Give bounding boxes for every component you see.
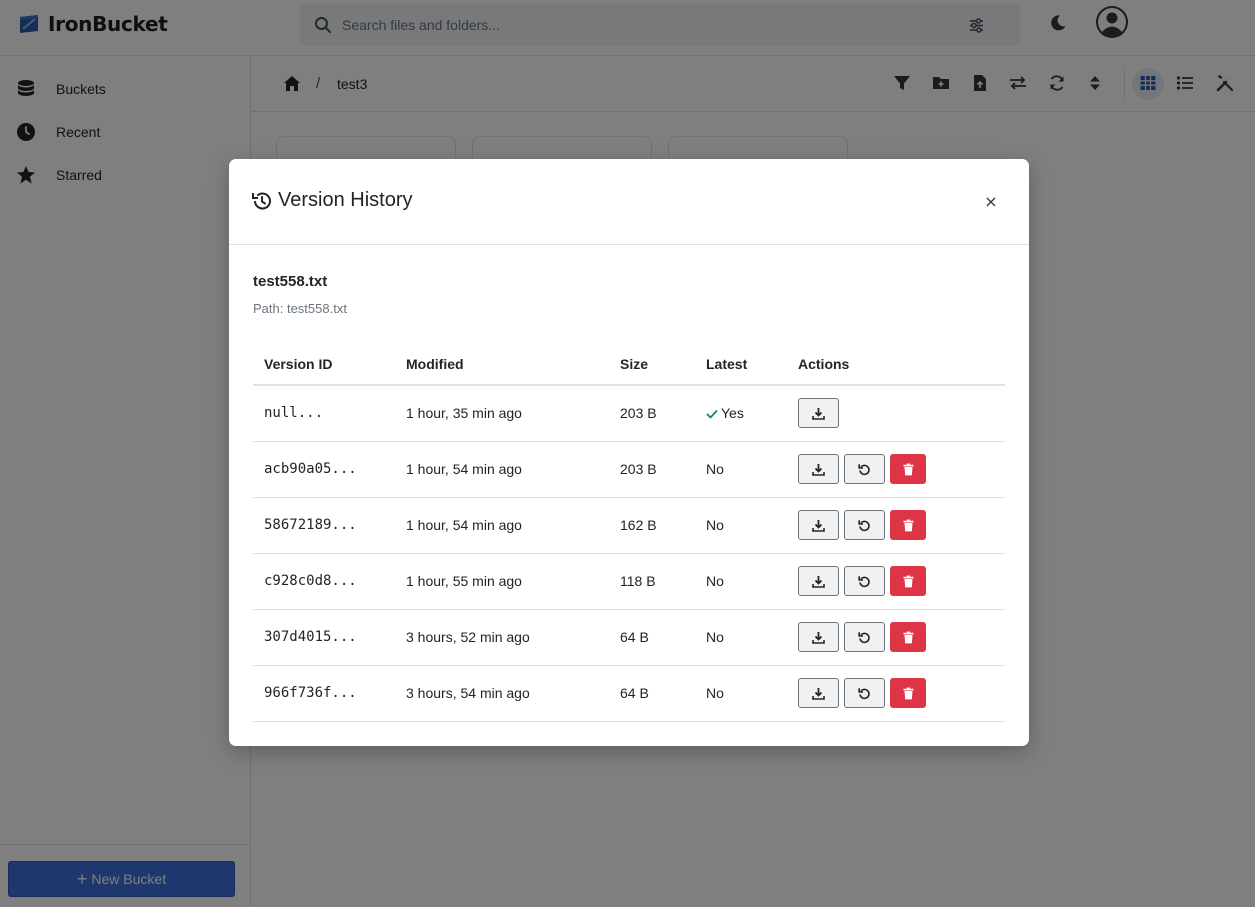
column-header: Latest: [695, 343, 787, 386]
column-header: Modified: [395, 343, 609, 386]
column-header: Actions: [787, 343, 1005, 386]
restore-button[interactable]: [844, 510, 885, 540]
download-icon: [812, 575, 825, 588]
check-icon: [706, 410, 718, 420]
history-icon: [252, 192, 271, 210]
restore-icon: [858, 687, 870, 699]
actions-cell: [787, 441, 1005, 498]
download-button[interactable]: [798, 398, 839, 429]
latest-cell: No: [695, 497, 787, 554]
download-icon: [812, 463, 825, 476]
download-button[interactable]: [798, 678, 839, 708]
modified-cell: 1 hour, 54 min ago: [395, 497, 609, 554]
row-actions: [798, 566, 1005, 596]
trash-icon: [903, 631, 913, 643]
delete-button[interactable]: [890, 622, 926, 652]
version-id-cell: 307d4015...: [253, 609, 395, 666]
latest-cell: No: [695, 665, 787, 722]
modal-title: Version History: [278, 189, 413, 211]
file-name: test558.txt: [253, 273, 328, 290]
trash-icon: [903, 463, 913, 475]
version-id-cell: 58672189...: [253, 497, 395, 554]
restore-button[interactable]: [844, 678, 885, 708]
restore-icon: [858, 631, 870, 643]
table-row: 307d4015... 3 hours, 52 min ago 64 B No: [253, 609, 1005, 666]
actions-cell: [787, 553, 1005, 610]
restore-button[interactable]: [844, 566, 885, 596]
column-header: Version ID: [253, 343, 395, 386]
download-icon: [812, 631, 825, 644]
row-actions: [798, 622, 1005, 652]
download-icon: [812, 687, 825, 700]
row-actions: [798, 398, 1005, 429]
version-id-cell: c928c0d8...: [253, 553, 395, 610]
size-cell: 64 B: [609, 665, 695, 722]
download-icon: [812, 407, 825, 420]
actions-cell: [787, 609, 1005, 666]
size-cell: 162 B: [609, 497, 695, 554]
modified-cell: 1 hour, 54 min ago: [395, 441, 609, 498]
version-history-modal: Version History × test558.txt Path: test…: [229, 159, 1029, 746]
table-header-row: Version ID Modified Size Latest Actions: [253, 343, 1005, 386]
table-row: 58672189... 1 hour, 54 min ago 162 B No: [253, 497, 1005, 554]
download-button[interactable]: [798, 454, 839, 484]
delete-button[interactable]: [890, 566, 926, 596]
download-button[interactable]: [798, 566, 839, 596]
delete-button[interactable]: [890, 510, 926, 540]
modal-header: Version History ×: [229, 159, 1029, 245]
trash-icon: [903, 519, 913, 531]
download-button[interactable]: [798, 510, 839, 540]
actions-cell: [787, 497, 1005, 554]
versions-table: Version ID Modified Size Latest Actions …: [253, 343, 1005, 722]
row-actions: [798, 678, 1005, 708]
delete-button[interactable]: [890, 678, 926, 708]
trash-icon: [903, 575, 913, 587]
restore-icon: [858, 463, 870, 475]
modified-cell: 1 hour, 35 min ago: [395, 385, 609, 442]
modified-cell: 3 hours, 52 min ago: [395, 609, 609, 666]
latest-value: Yes: [721, 405, 744, 422]
latest-cell: No: [695, 553, 787, 610]
table-row: null... 1 hour, 35 min ago 203 B Yes: [253, 385, 1005, 442]
table-row: c928c0d8... 1 hour, 55 min ago 118 B No: [253, 553, 1005, 610]
latest-cell: No: [695, 441, 787, 498]
size-cell: 118 B: [609, 553, 695, 610]
file-path: Path: test558.txt: [253, 301, 347, 316]
version-id-cell: null...: [253, 385, 395, 442]
restore-button[interactable]: [844, 622, 885, 652]
restore-icon: [858, 519, 870, 531]
download-icon: [812, 519, 825, 532]
delete-button[interactable]: [890, 454, 926, 484]
size-cell: 64 B: [609, 609, 695, 666]
actions-cell: [787, 665, 1005, 722]
version-id-cell: acb90a05...: [253, 441, 395, 498]
size-cell: 203 B: [609, 441, 695, 498]
actions-cell: [787, 385, 1005, 442]
restore-button[interactable]: [844, 454, 885, 484]
download-button[interactable]: [798, 622, 839, 652]
modified-cell: 3 hours, 54 min ago: [395, 665, 609, 722]
close-button[interactable]: ×: [981, 189, 1001, 213]
latest-cell: No: [695, 609, 787, 666]
size-cell: 203 B: [609, 385, 695, 442]
table-row: acb90a05... 1 hour, 54 min ago 203 B No: [253, 441, 1005, 498]
trash-icon: [903, 687, 913, 699]
version-id-cell: 966f736f...: [253, 665, 395, 722]
row-actions: [798, 454, 1005, 484]
modified-cell: 1 hour, 55 min ago: [395, 553, 609, 610]
latest-cell: Yes: [695, 385, 787, 442]
restore-icon: [858, 575, 870, 587]
table-row: 966f736f... 3 hours, 54 min ago 64 B No: [253, 665, 1005, 722]
row-actions: [798, 510, 1005, 540]
column-header: Size: [609, 343, 695, 386]
